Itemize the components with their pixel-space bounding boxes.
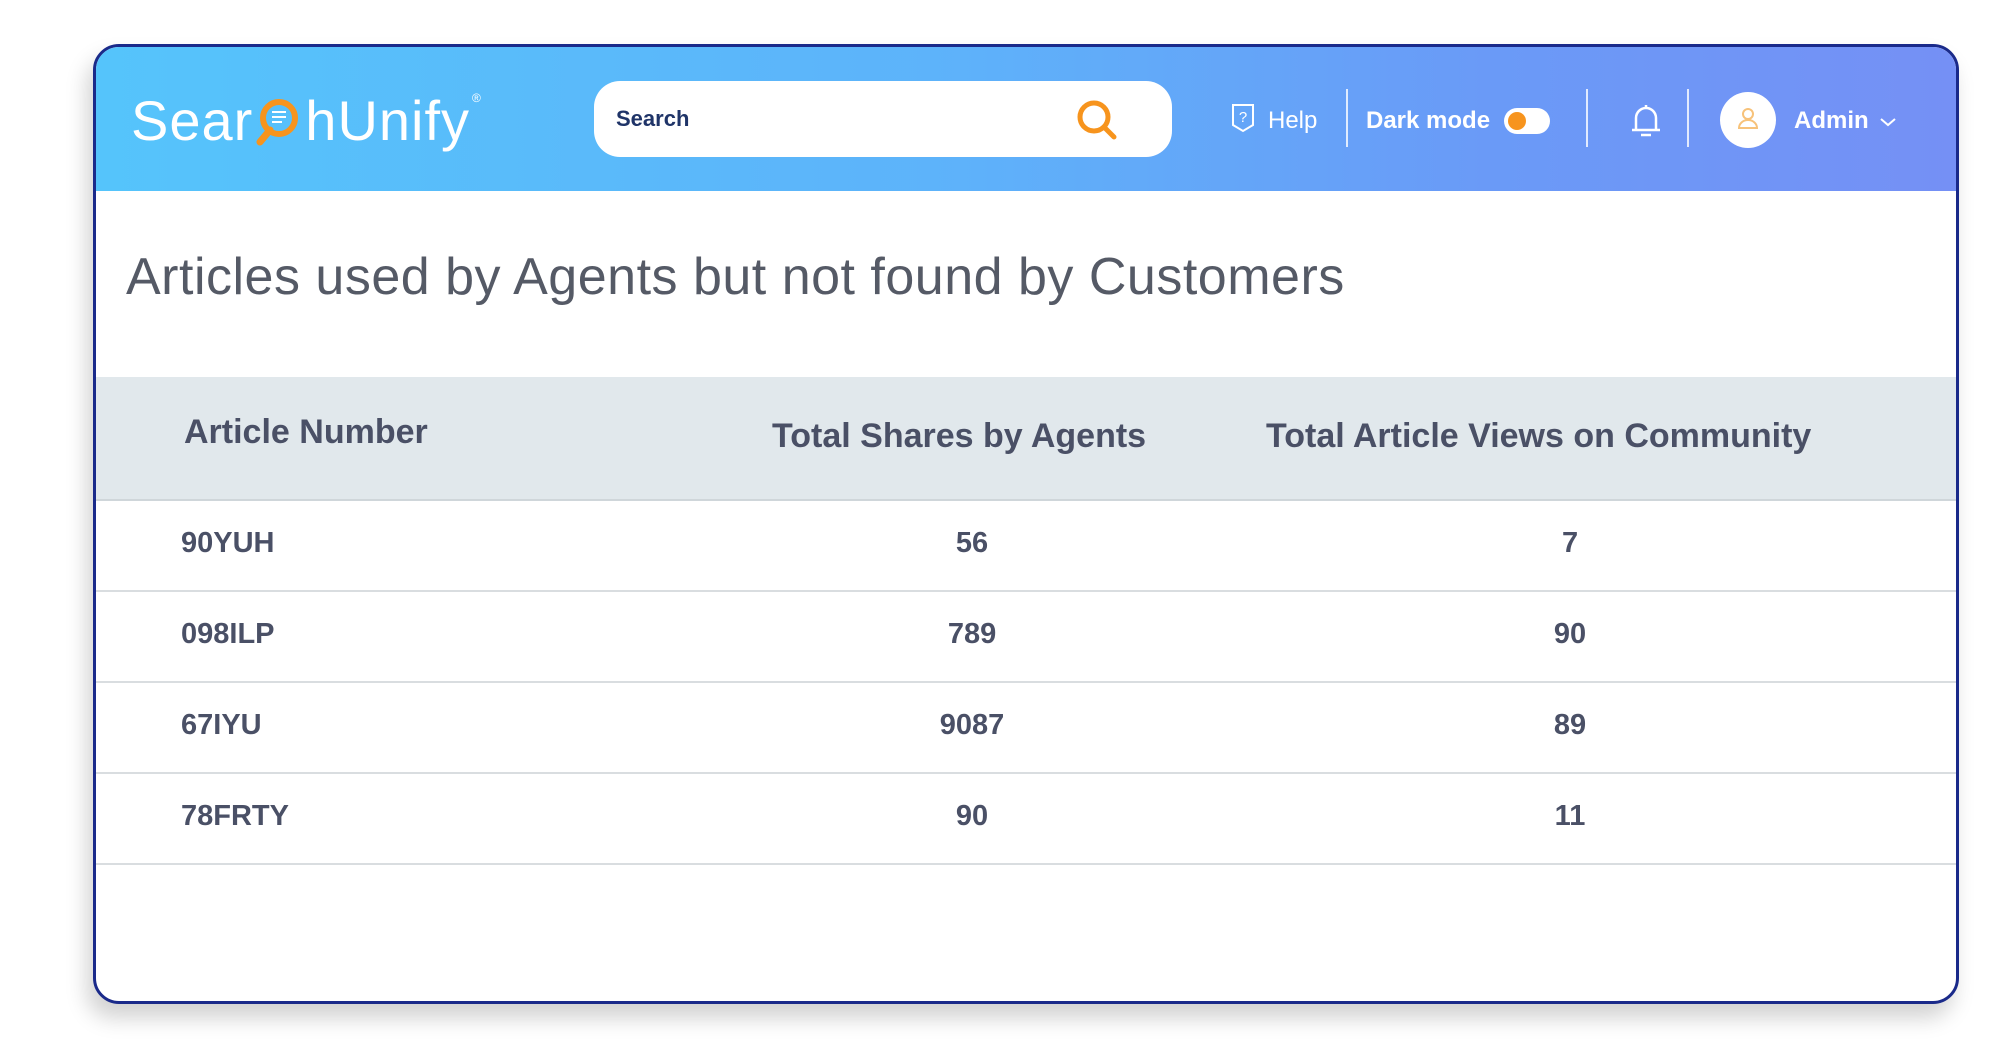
help-label: Help (1268, 107, 1318, 134)
dark-mode-control: Dark mode (1366, 101, 1551, 141)
logo-text-start: Sear (131, 88, 254, 152)
logo-magnifier-icon (255, 92, 303, 148)
user-menu[interactable]: Admin (1794, 101, 1897, 141)
column-header-total-shares: Total Shares by Agents (772, 417, 1147, 455)
table-header: Article Number Total Shares by Agents To… (96, 377, 1956, 501)
svg-text:?: ? (1239, 109, 1247, 126)
notification-bell-icon[interactable] (1629, 102, 1663, 140)
articles-table: Article Number Total Shares by Agents To… (96, 377, 1956, 865)
help-icon: ? (1230, 103, 1256, 140)
top-navbar: Sear hUnify ® Search ? Help Dark mode Ad… (96, 47, 1956, 191)
table-row: 90YUH 56 7 (96, 501, 1956, 592)
article-number-cell: 78FRTY (181, 800, 289, 832)
column-header-total-views: Total Article Views on Community (1266, 417, 1812, 455)
help-link[interactable]: ? Help (1230, 101, 1317, 141)
article-number-cell: 90YUH (181, 527, 275, 559)
chevron-down-icon (1879, 107, 1897, 135)
page-title: Articles used by Agents but not found by… (126, 248, 1345, 306)
dark-mode-toggle[interactable] (1504, 108, 1551, 134)
table-row: 67IYU 9087 89 (96, 683, 1956, 774)
article-number-cell: 098ILP (181, 618, 275, 650)
column-header-article-number: Article Number (184, 413, 428, 451)
toggle-knob (1508, 112, 1527, 130)
registered-mark: ® (472, 91, 482, 105)
logo-text-end: hUnify (305, 88, 471, 152)
search-input[interactable] (616, 106, 1046, 132)
divider (1346, 89, 1348, 147)
searchunify-logo[interactable]: Sear hUnify ® (131, 85, 482, 155)
divider (1586, 89, 1588, 147)
table-row: 78FRTY 90 11 (96, 774, 1956, 865)
user-icon (1735, 105, 1761, 136)
table-row: 098ILP 789 90 (96, 592, 1956, 683)
search-bar (594, 81, 1172, 157)
dark-mode-label: Dark mode (1366, 107, 1491, 134)
search-icon[interactable] (1074, 97, 1120, 143)
report-card: Sear hUnify ® Search ? Help Dark mode Ad… (93, 44, 1959, 1004)
avatar[interactable] (1720, 92, 1776, 148)
article-number-cell: 67IYU (181, 709, 262, 741)
divider (1687, 89, 1689, 147)
user-name: Admin (1794, 107, 1869, 134)
